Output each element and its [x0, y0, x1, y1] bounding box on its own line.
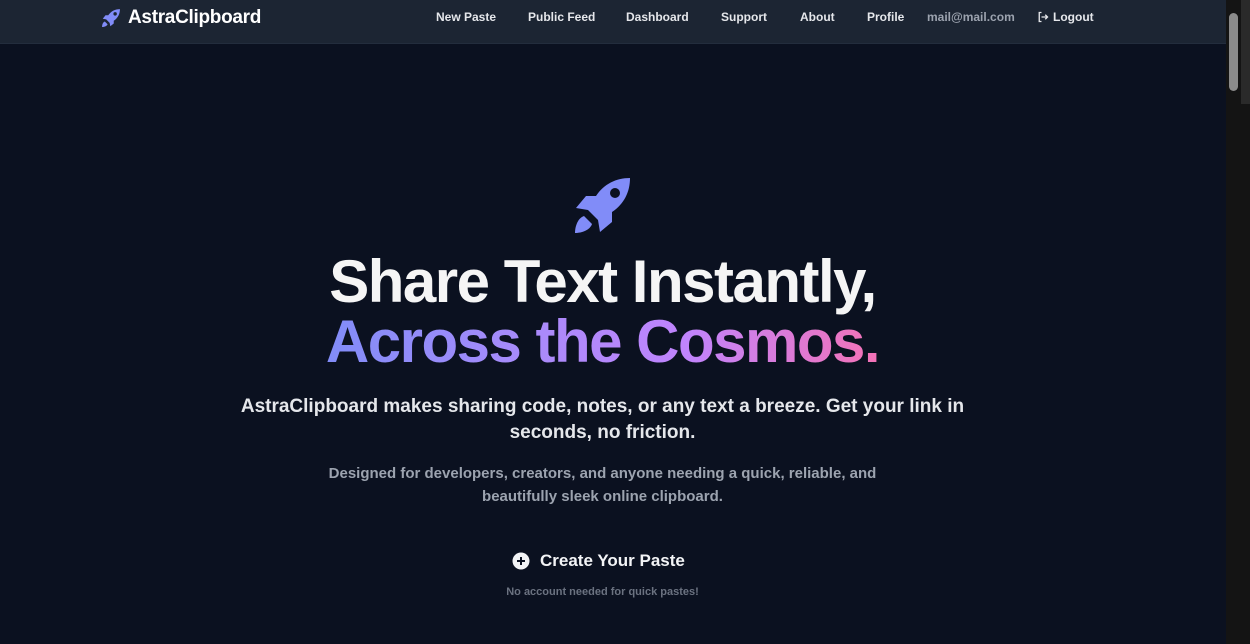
hero-rocket-icon: [570, 174, 634, 238]
user-email: mail@mail.com: [927, 10, 1015, 24]
nav-link-about[interactable]: About: [800, 10, 835, 24]
hero-title-line2: Across the Cosmos.: [325, 308, 881, 375]
scrollbar-edge: [1241, 0, 1250, 104]
create-paste-button[interactable]: Create Your Paste: [512, 548, 685, 574]
nav-link-public-feed[interactable]: Public Feed: [528, 10, 595, 24]
nav-link-support[interactable]: Support: [721, 10, 767, 24]
create-paste-label: Create Your Paste: [540, 551, 685, 570]
page-scrollbar[interactable]: [1226, 0, 1250, 644]
hero-title: Share Text Instantly, Across the Cosmos.: [0, 252, 1205, 372]
navbar: AstraClipboard New Paste Public Feed Das…: [0, 0, 1226, 44]
nav-link-profile[interactable]: Profile: [867, 10, 904, 24]
logout-button[interactable]: Logout: [1037, 10, 1094, 24]
hero-title-line1: Share Text Instantly,: [329, 248, 877, 315]
scrollbar-thumb[interactable]: [1229, 13, 1238, 91]
logout-icon: [1037, 11, 1049, 23]
hero-subtitle: AstraClipboard makes sharing code, notes…: [240, 396, 965, 443]
plus-circle-icon: [512, 552, 530, 570]
nav-link-new-paste[interactable]: New Paste: [436, 10, 496, 24]
nav-link-dashboard[interactable]: Dashboard: [626, 10, 689, 24]
nav-links: New Paste Public Feed Dashboard Support …: [0, 0, 1226, 34]
logout-label: Logout: [1053, 10, 1094, 24]
page: AstraClipboard New Paste Public Feed Das…: [0, 0, 1250, 644]
hero-description: Designed for developers, creators, and a…: [328, 465, 877, 505]
cta-note: No account needed for quick pastes!: [506, 586, 699, 598]
